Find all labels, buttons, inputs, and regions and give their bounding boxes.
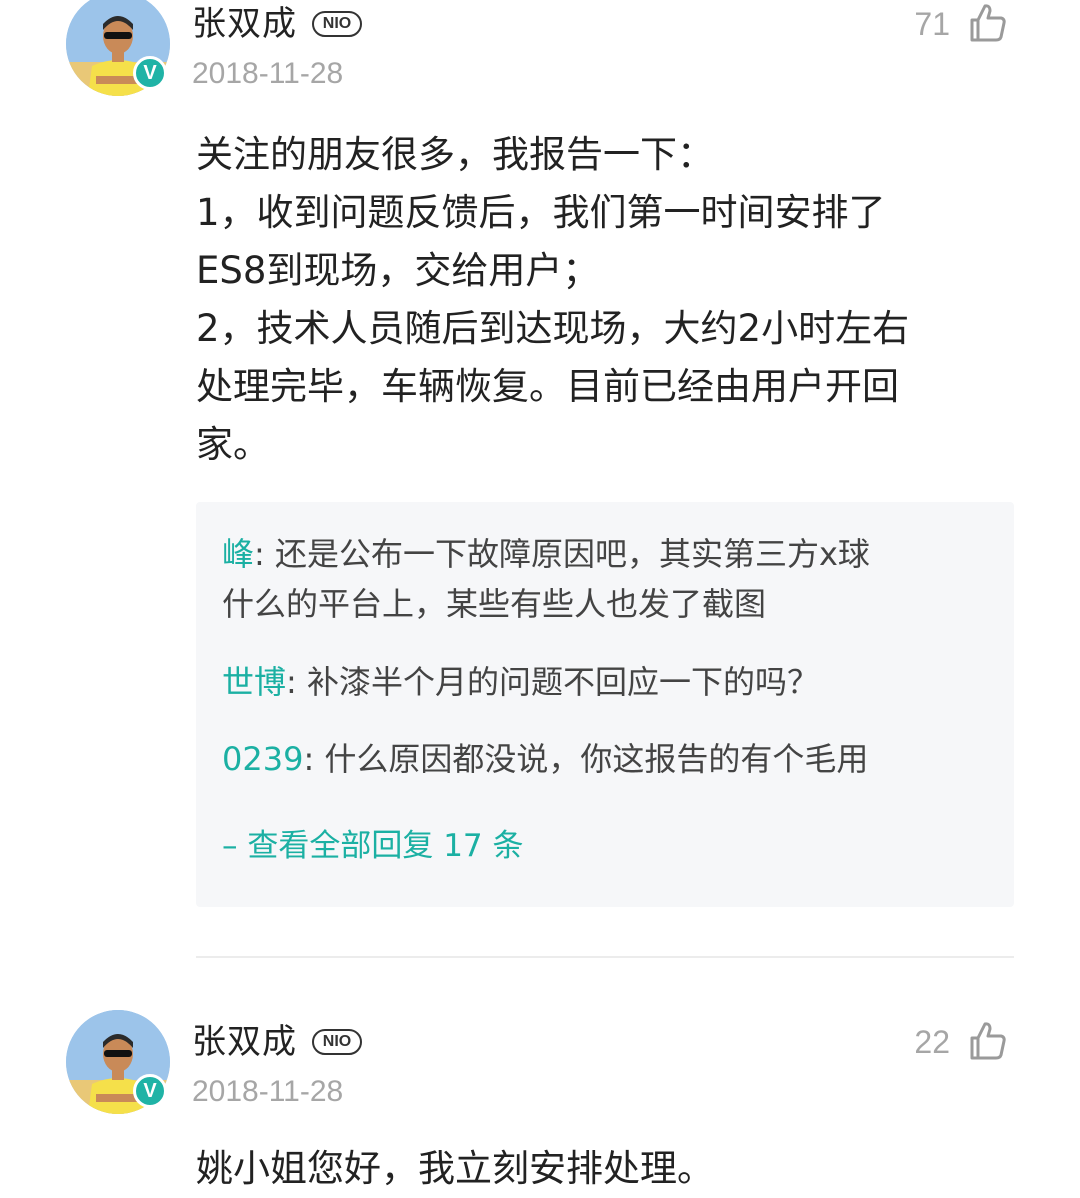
reply-text: 补漆半个月的问题不回应一下的吗？ [306,663,819,701]
reply-text: 什么原因都没说，你这报告的有个毛用 [324,740,869,778]
comment-body-line: 关注的朋友很多，我报告一下： [196,133,714,176]
comment-item: V 张双成 NIO 2018-11-28 71 关注的朋友很多，我报告一下： 1… [0,0,1080,950]
brand-badge: NIO [312,11,362,37]
view-all-replies-link[interactable]: – 查看全部回复 17 条 [222,824,524,868]
reply-item[interactable]: 世博: 补漆半个月的问题不回应一下的吗？ [222,657,982,707]
reply-item[interactable]: 峰: 还是公布一下故障原因吧，其实第三方x球 什么的平台上，某些有些人也发了截图 [222,529,982,629]
username[interactable]: 张双成 [192,1022,297,1062]
avatar[interactable]: V [66,0,170,96]
comment-body-line: 姚小姐您好，我立刻安排处理。 [196,1147,714,1190]
comment-body: 关注的朋友很多，我报告一下： 1，收到问题反馈后，我们第一时间安排了 ES8到现… [196,126,1016,474]
reply-separator: : [254,535,275,573]
reply-separator: : [286,663,307,701]
reply-author[interactable]: 0239 [222,740,303,778]
comment-item: V 张双成 NIO 2018-11-28 22 姚小姐您好，我立刻安排处理。 [0,1010,1080,1194]
reply-separator: : [303,740,325,778]
comment-body: 姚小姐您好，我立刻安排处理。 [196,1140,1016,1198]
thumbs-up-icon[interactable] [966,1020,1008,1062]
thumbs-up-icon[interactable] [966,2,1008,44]
comment-body-line: ES8到现场，交给用户； [196,249,600,292]
username[interactable]: 张双成 [192,4,297,44]
like-count: 22 [914,1024,950,1060]
reply-item[interactable]: 0239: 什么原因都没说，你这报告的有个毛用 [222,734,982,784]
comment-body-line: 处理完毕，车辆恢复。目前已经由用户开回 [196,365,899,408]
replies-panel: 峰: 还是公布一下故障原因吧，其实第三方x球 什么的平台上，某些有些人也发了截图… [196,502,1014,907]
reply-author[interactable]: 世博 [222,663,286,701]
reply-text: 什么的平台上，某些有些人也发了截图 [222,585,767,623]
comment-body-line: 1，收到问题反馈后，我们第一时间安排了 [196,191,886,234]
comment-body-line: 家。 [196,423,270,466]
comment-body-line: 2，技术人员随后到达现场，大约2小时左右 [196,307,910,350]
brand-badge: NIO [312,1029,362,1055]
verified-check-icon: V [133,56,167,90]
verified-check-icon: V [133,1074,167,1108]
like-count: 71 [914,6,950,42]
avatar[interactable]: V [66,1010,170,1114]
comment-date: 2018-11-28 [192,57,344,90]
reply-author[interactable]: 峰 [222,535,254,573]
divider [196,956,1014,958]
reply-text: 还是公布一下故障原因吧，其实第三方x球 [274,535,870,573]
comment-date: 2018-11-28 [192,1075,344,1108]
